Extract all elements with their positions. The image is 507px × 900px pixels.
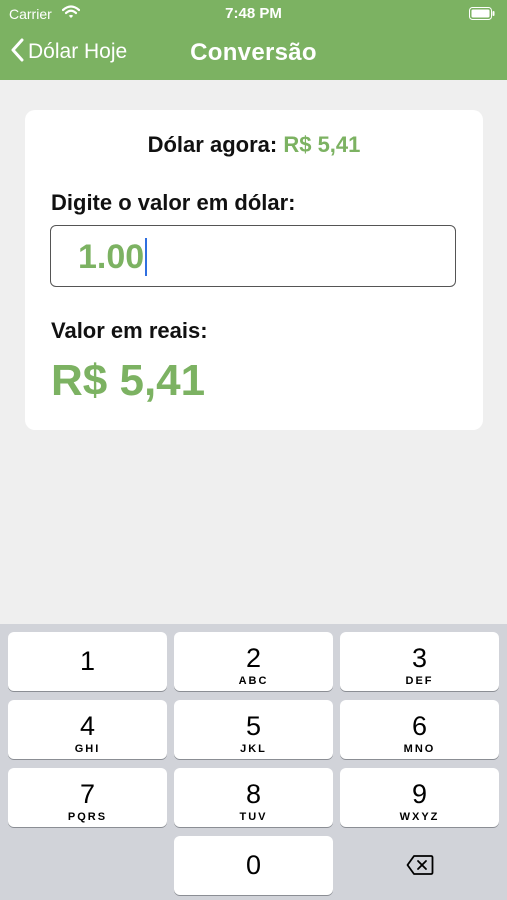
- exchange-rate: Dólar agora: R$ 5,41: [25, 132, 483, 158]
- key-letters: ABC: [238, 675, 269, 687]
- battery-icon: [469, 7, 495, 25]
- key-letters: WXYZ: [399, 811, 440, 823]
- page-title: Conversão: [190, 39, 317, 66]
- key-3[interactable]: 3 DEF: [340, 632, 499, 691]
- key-8[interactable]: 8 TUV: [174, 768, 333, 827]
- key-digit: 3: [411, 643, 428, 673]
- key-digit: 9: [411, 779, 428, 809]
- key-letters: DEF: [405, 675, 434, 687]
- key-7[interactable]: 7 PQRS: [8, 768, 167, 827]
- key-digit: 1: [79, 646, 96, 676]
- delete-key[interactable]: [340, 836, 499, 895]
- key-digit: 2: [245, 643, 262, 673]
- result-value: R$ 5,41: [51, 356, 206, 405]
- text-caret: [145, 238, 148, 276]
- key-4[interactable]: 4 GHI: [8, 700, 167, 759]
- key-0[interactable]: 0: [174, 836, 333, 895]
- result-label: Valor em reais:: [51, 318, 208, 343]
- key-digit: 7: [79, 779, 96, 809]
- status-time: 7:48 PM: [225, 5, 282, 22]
- key-letters: GHI: [74, 743, 101, 755]
- rate-label: Dólar agora:: [147, 132, 278, 157]
- key-1[interactable]: 1: [8, 632, 167, 691]
- key-letters: JKL: [240, 743, 267, 755]
- key-5[interactable]: 5 JKL: [174, 700, 333, 759]
- key-digit: 5: [245, 711, 262, 741]
- key-letters: PQRS: [67, 811, 108, 823]
- navigation-bar: Dólar Hoje Conversão: [0, 28, 507, 80]
- key-letters: TUV: [239, 811, 268, 823]
- key-digit: 8: [245, 779, 262, 809]
- key-digit: 6: [411, 711, 428, 741]
- key-9[interactable]: 9 WXYZ: [340, 768, 499, 827]
- key-digit: 0: [245, 850, 262, 880]
- dollar-amount-value: 1.00: [78, 238, 148, 277]
- dollar-amount-input[interactable]: 1.00: [50, 225, 456, 287]
- input-value-text: 1.00: [78, 238, 145, 276]
- key-letters: MNO: [403, 743, 436, 755]
- input-label: Digite o valor em dólar:: [51, 190, 296, 215]
- status-bar: Carrier 7:48 PM: [0, 0, 507, 28]
- key-6[interactable]: 6 MNO: [340, 700, 499, 759]
- numeric-keypad: 1 2 ABC 3 DEF 4 GHI 5 JKL 6 MNO 7 PQRS 8…: [0, 624, 507, 900]
- key-2[interactable]: 2 ABC: [174, 632, 333, 691]
- rate-value: R$ 5,41: [283, 132, 361, 157]
- key-digit: 4: [79, 711, 96, 741]
- header-bar: Carrier 7:48 PM Dólar Hoje Conversão: [0, 0, 507, 80]
- converter-card: Dólar agora: R$ 5,41 Digite o valor em d…: [25, 110, 483, 430]
